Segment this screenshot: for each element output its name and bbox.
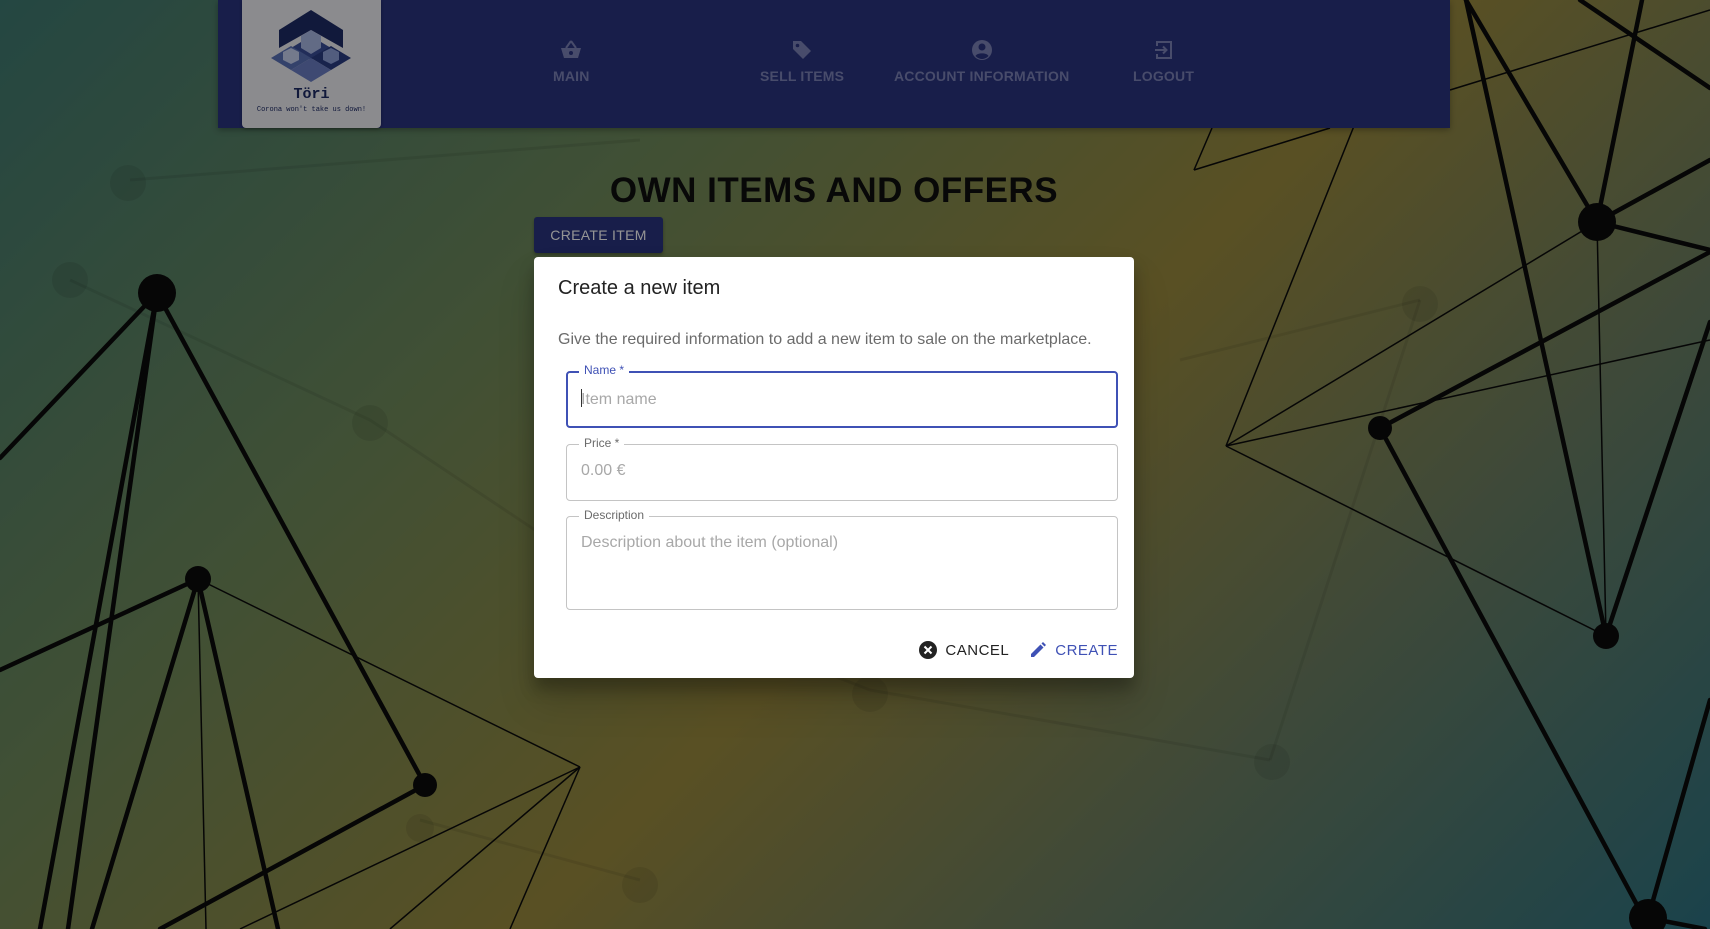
name-input[interactable]: Item name xyxy=(581,389,657,409)
pencil-icon xyxy=(1031,642,1047,657)
cancel-button-label: CANCEL xyxy=(945,641,1010,659)
name-input-placeholder: Item name xyxy=(581,391,657,408)
cancel-button[interactable]: CANCEL xyxy=(919,641,1009,659)
name-field-label: Name * xyxy=(579,363,630,377)
price-input-placeholder[interactable]: 0.00 € xyxy=(581,462,625,480)
price-field-label: Price * xyxy=(579,436,625,450)
dialog-description: Give the required information to add a n… xyxy=(558,331,1092,348)
dialog-title: Create a new item xyxy=(558,277,721,299)
create-item-dialog: Create a new item Give the required info… xyxy=(534,257,1134,678)
description-field[interactable]: Description Description about the item (… xyxy=(566,508,1118,610)
dialog-actions: CANCEL CREATE xyxy=(919,641,1118,659)
name-field[interactable]: Name * Item name xyxy=(566,363,1118,428)
description-input-placeholder[interactable]: Description about the item (optional) xyxy=(581,534,838,552)
create-button-label: CREATE xyxy=(1055,641,1118,659)
create-button[interactable]: CREATE xyxy=(1029,641,1118,659)
price-field[interactable]: Price * 0.00 € xyxy=(566,436,1118,501)
cancel-circle-icon xyxy=(919,641,938,659)
description-field-label: Description xyxy=(579,508,650,522)
